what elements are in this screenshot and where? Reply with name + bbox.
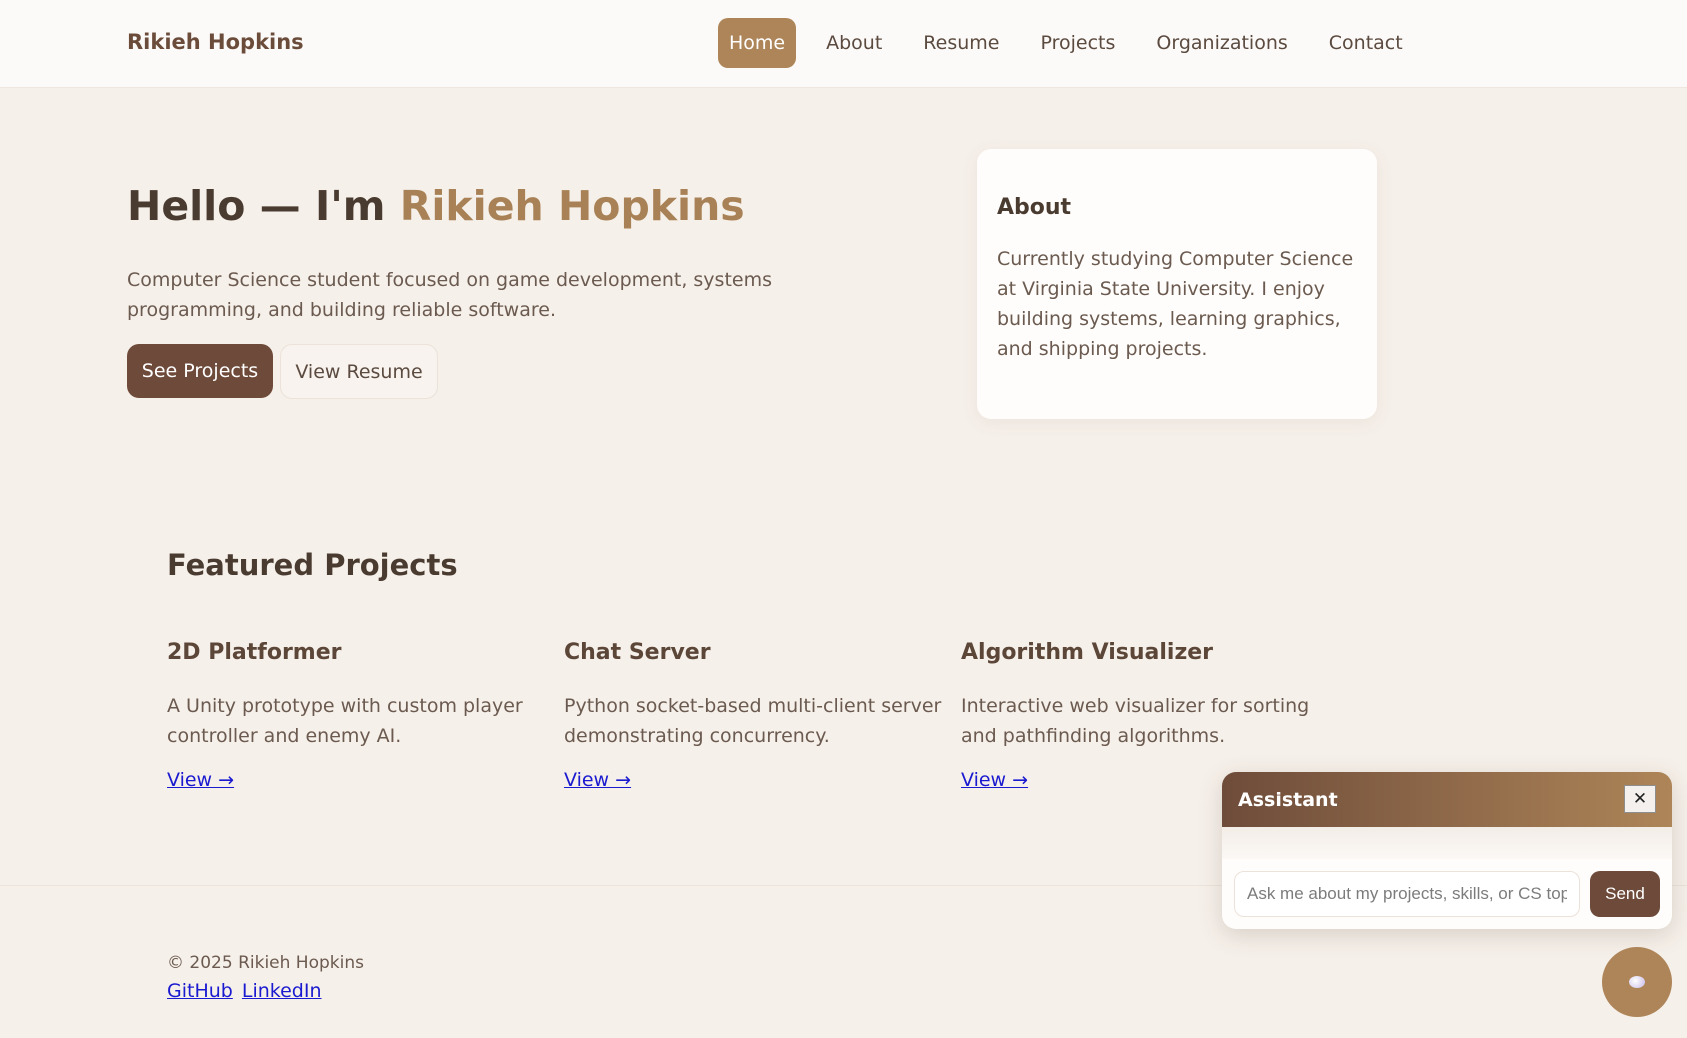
project-description: A Unity prototype with custom player con…: [167, 695, 523, 747]
assistant-header: Assistant ✕: [1222, 772, 1672, 827]
chat-bubble-icon: [1629, 976, 1645, 988]
assistant-send-button[interactable]: Send: [1590, 871, 1660, 917]
linkedin-link[interactable]: LinkedIn: [242, 980, 322, 1002]
nav-item-resume[interactable]: Resume: [912, 18, 1010, 68]
nav-item-home[interactable]: Home: [718, 18, 797, 68]
github-link[interactable]: GitHub: [167, 980, 233, 1002]
brand-name[interactable]: Rikieh Hopkins: [127, 30, 304, 54]
project-view-link[interactable]: View →: [167, 769, 234, 791]
project-card: Chat Server Python socket-based multi-cl…: [564, 640, 944, 791]
close-icon[interactable]: ✕: [1624, 785, 1656, 813]
footer-links: GitHub LinkedIn: [167, 980, 325, 1002]
nav-item-organizations[interactable]: Organizations: [1145, 18, 1298, 68]
project-view-link[interactable]: View →: [564, 769, 631, 791]
see-projects-button[interactable]: See Projects: [127, 344, 273, 398]
project-view-link[interactable]: View →: [961, 769, 1028, 791]
top-navigation-bar: Rikieh Hopkins Home About Resume Project…: [0, 0, 1687, 88]
chat-toggle-button[interactable]: [1602, 947, 1672, 1017]
hero-title-name: Rikieh Hopkins: [399, 182, 745, 230]
hero-title-prefix: Hello — I'm: [127, 182, 400, 230]
project-title: Chat Server: [564, 640, 711, 665]
hero-subtitle: Computer Science student focused on game…: [127, 269, 772, 321]
assistant-messages: [1222, 827, 1672, 859]
project-card: Algorithm Visualizer Interactive web vis…: [961, 640, 1341, 791]
footer-copyright: © 2025 Rikieh Hopkins: [167, 953, 364, 973]
featured-projects-title: Featured Projects: [167, 548, 458, 582]
nav-item-contact[interactable]: Contact: [1318, 18, 1414, 68]
about-card-text: Currently studying Computer Science at V…: [997, 248, 1354, 360]
nav-item-projects[interactable]: Projects: [1029, 18, 1126, 68]
assistant-title: Assistant: [1238, 788, 1338, 811]
view-resume-button[interactable]: View Resume: [280, 344, 438, 399]
hero-title: Hello — I'm Rikieh Hopkins: [127, 182, 745, 230]
project-card: 2D Platformer A Unity prototype with cus…: [167, 640, 547, 791]
assistant-message-input[interactable]: [1234, 871, 1580, 917]
nav-item-about[interactable]: About: [815, 18, 893, 68]
project-title: 2D Platformer: [167, 640, 342, 665]
assistant-panel: Assistant ✕ Send: [1222, 772, 1672, 929]
project-description: Python socket-based multi-client server …: [564, 695, 942, 747]
project-description: Interactive web visualizer for sorting a…: [961, 695, 1310, 747]
main-nav: Home About Resume Projects Organizations…: [718, 18, 1423, 68]
about-card: About Currently studying Computer Scienc…: [977, 149, 1377, 419]
project-title: Algorithm Visualizer: [961, 640, 1214, 665]
assistant-input-row: Send: [1234, 871, 1660, 917]
about-card-title: About: [997, 195, 1072, 220]
